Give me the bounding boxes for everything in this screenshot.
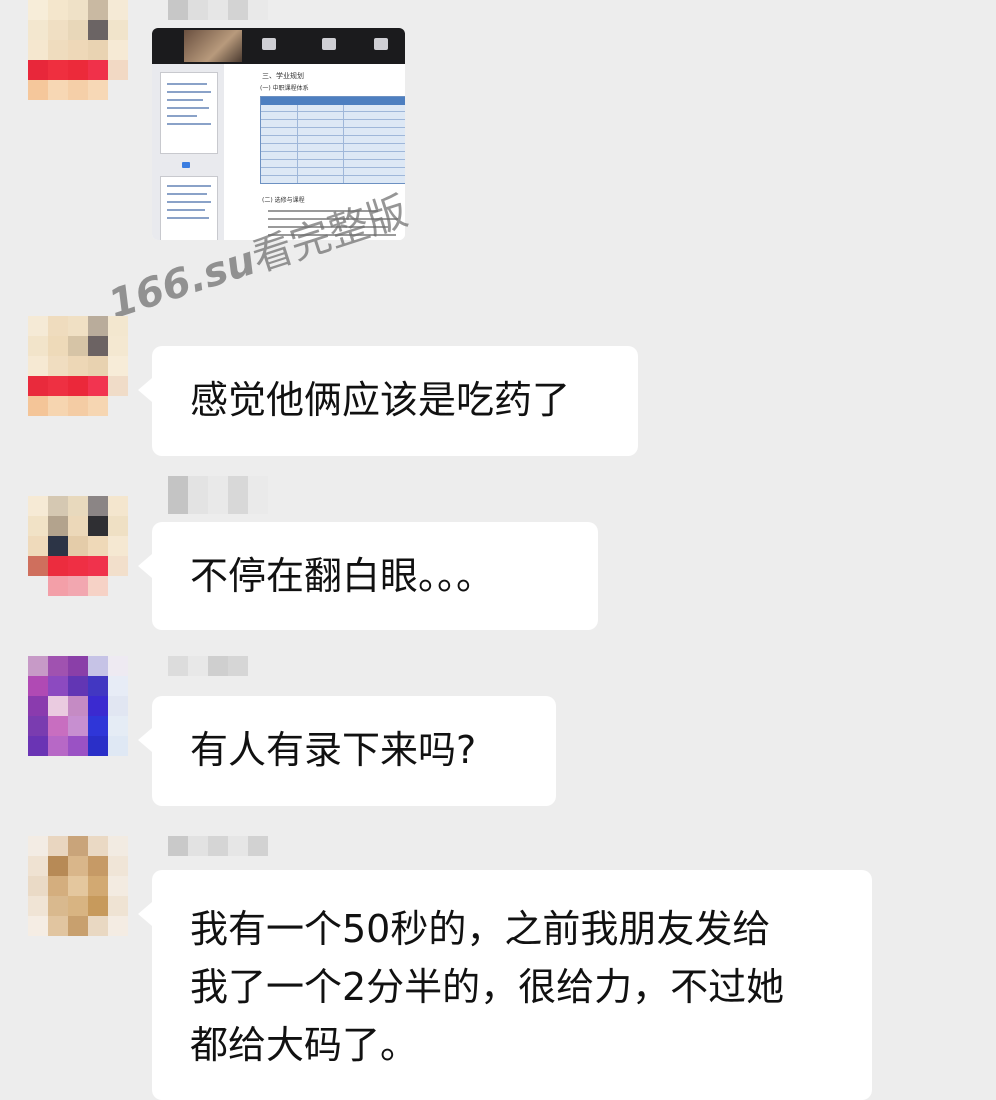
avatar[interactable] <box>28 836 128 936</box>
sender-name-blurred <box>168 476 268 514</box>
message-bubble[interactable]: 感觉他俩应该是吃药了 <box>138 346 638 456</box>
message-text-line: 我了一个2分半的，很给力，不过她 <box>190 965 785 1009</box>
sender-name-blurred <box>168 836 268 856</box>
message-bubble[interactable]: 有人有录下来吗? <box>138 696 556 806</box>
video-thumbnail <box>184 30 242 62</box>
doc-subheading: (一) 中职课程体系 <box>260 85 309 92</box>
page-thumbnail <box>160 176 218 240</box>
sender-name-blurred <box>168 0 268 20</box>
message-bubble[interactable]: 不停在翻白眼。。。 <box>138 522 598 630</box>
screenshot-page-thumbnails <box>152 64 224 240</box>
message-bubble[interactable]: 我有一个50秒的，之前我朋友发给 我了一个2分半的，很给力，不过她 都给大码了。 <box>138 870 872 1100</box>
message-text-line: 都给大码了。 <box>190 1023 419 1067</box>
toolbar-icon <box>262 38 276 50</box>
doc-heading: 三、学业规划 <box>262 72 304 80</box>
doc-section: (二) 选修与课程 <box>262 197 305 204</box>
page-thumbnail <box>160 72 218 154</box>
message-text: 不停在翻白眼。。。 <box>190 554 495 598</box>
avatar[interactable] <box>28 656 128 756</box>
toolbar-icon <box>374 38 388 50</box>
doc-table <box>260 96 405 184</box>
toolbar-icon <box>322 38 336 50</box>
avatar[interactable] <box>28 0 128 100</box>
message-text: 有人有录下来吗? <box>190 728 477 772</box>
message-text: 感觉他俩应该是吃药了 <box>190 378 571 422</box>
avatar[interactable] <box>28 316 128 416</box>
sender-name-blurred <box>168 656 248 676</box>
avatar[interactable] <box>28 496 128 596</box>
screenshot-toolbar <box>152 28 405 64</box>
message-text-line: 我有一个50秒的，之前我朋友发给 <box>190 907 771 951</box>
watermark-domain: 166.su <box>103 237 261 329</box>
